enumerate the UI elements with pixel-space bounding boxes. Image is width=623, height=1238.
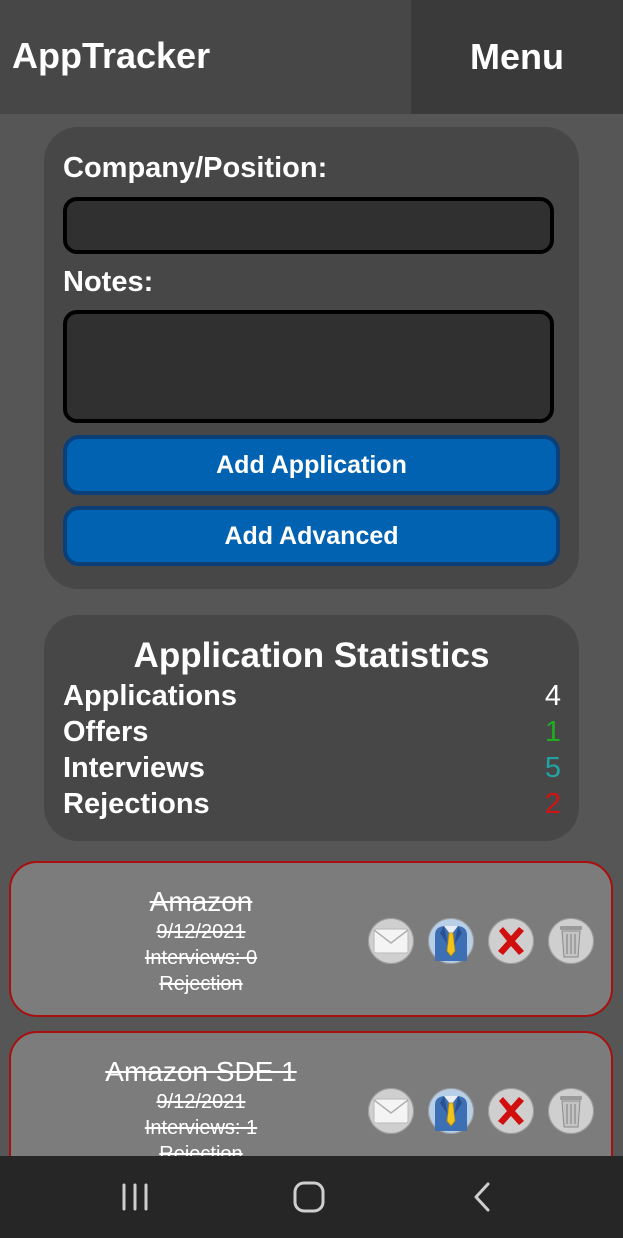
add-application-form: Company/Position: Notes: Add Application… bbox=[44, 127, 579, 589]
application-statistics: Application Statistics Applications 4 Of… bbox=[44, 615, 579, 841]
envelope-icon[interactable] bbox=[368, 918, 414, 964]
suit-tie-icon[interactable] bbox=[428, 918, 474, 964]
trash-can-icon[interactable] bbox=[548, 918, 594, 964]
stat-value: 4 bbox=[544, 679, 561, 712]
application-name: Amazon SDE 1 bbox=[105, 1056, 297, 1087]
stat-label: Offers bbox=[63, 715, 149, 748]
app-header: AppTracker Menu bbox=[0, 0, 623, 114]
recents-icon[interactable] bbox=[118, 1180, 152, 1219]
add-advanced-button[interactable]: Add Advanced bbox=[63, 506, 560, 566]
back-icon[interactable] bbox=[466, 1180, 500, 1219]
red-x-icon[interactable] bbox=[488, 918, 534, 964]
company-position-input[interactable] bbox=[63, 197, 554, 254]
trash-can-icon[interactable] bbox=[548, 1088, 594, 1134]
add-application-button[interactable]: Add Application bbox=[63, 435, 560, 495]
application-date: 9/12/2021 bbox=[156, 1091, 246, 1113]
stat-row-applications: Applications 4 bbox=[63, 678, 561, 714]
application-info: Amazon SDE 1 9/12/2021 Interviews: 1 Rej… bbox=[75, 1033, 327, 1167]
application-interviews: Interviews: 1 bbox=[144, 1117, 258, 1139]
system-navigation-bar bbox=[0, 1156, 623, 1238]
stats-title: Application Statistics bbox=[133, 636, 490, 675]
notes-textarea[interactable] bbox=[63, 310, 554, 423]
suit-tie-icon[interactable] bbox=[428, 1088, 474, 1134]
menu-button[interactable]: Menu bbox=[411, 0, 623, 114]
stat-label: Rejections bbox=[63, 787, 210, 820]
stat-label: Applications bbox=[63, 679, 238, 712]
notes-label: Notes: bbox=[63, 266, 154, 298]
stat-row-offers: Offers 1 bbox=[63, 714, 561, 750]
stat-row-interviews: Interviews 5 bbox=[63, 750, 561, 786]
stat-value: 2 bbox=[544, 787, 561, 820]
stat-value: 1 bbox=[544, 715, 561, 748]
stat-row-rejections: Rejections 2 bbox=[63, 786, 561, 822]
application-status: Rejection bbox=[159, 973, 243, 995]
company-position-label: Company/Position: bbox=[63, 152, 328, 184]
home-icon[interactable] bbox=[292, 1180, 326, 1219]
red-x-icon[interactable] bbox=[488, 1088, 534, 1134]
application-info: Amazon 9/12/2021 Interviews: 0 Rejection bbox=[75, 863, 327, 997]
envelope-icon[interactable] bbox=[368, 1088, 414, 1134]
application-card[interactable]: Amazon 9/12/2021 Interviews: 0 Rejection bbox=[9, 861, 613, 1017]
stat-value: 5 bbox=[544, 751, 561, 784]
application-date: 9/12/2021 bbox=[156, 921, 246, 943]
app-title: AppTracker bbox=[12, 35, 211, 76]
application-name: Amazon bbox=[149, 886, 253, 917]
application-interviews: Interviews: 0 bbox=[144, 947, 258, 969]
stat-label: Interviews bbox=[63, 751, 205, 784]
